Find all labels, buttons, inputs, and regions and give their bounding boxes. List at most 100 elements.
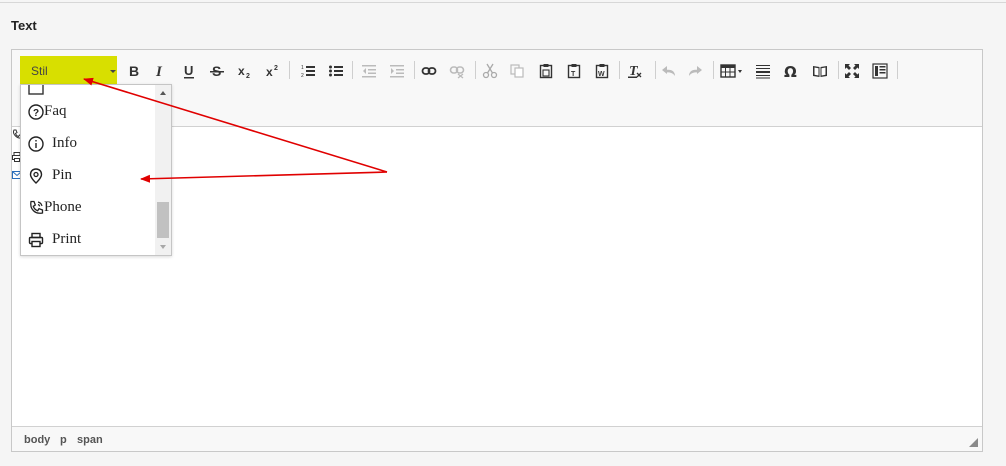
style-option-label: Pin bbox=[52, 167, 73, 183]
svg-text:Ω: Ω bbox=[784, 63, 797, 79]
show-blocks-button[interactable] bbox=[869, 60, 891, 82]
copy-button[interactable] bbox=[506, 60, 528, 82]
style-option-pin[interactable]: Pin bbox=[21, 160, 155, 192]
increase-indent-button[interactable] bbox=[386, 60, 408, 82]
phone-icon bbox=[28, 200, 44, 216]
numbered-list-button[interactable]: 12 bbox=[297, 60, 319, 82]
elements-path-span[interactable]: span bbox=[77, 434, 103, 446]
maximize-button[interactable] bbox=[841, 60, 863, 82]
special-character-button[interactable]: Ω bbox=[780, 60, 802, 82]
scroll-down-arrow-icon[interactable] bbox=[160, 245, 166, 249]
elements-path-body[interactable]: body bbox=[24, 434, 50, 446]
horizontal-rule-icon bbox=[756, 65, 770, 79]
remove-format-button[interactable]: T bbox=[624, 60, 646, 82]
superscript-button[interactable]: x2 bbox=[262, 60, 284, 82]
link-icon bbox=[421, 67, 437, 75]
table-icon bbox=[720, 64, 742, 78]
italic-icon: I bbox=[155, 64, 163, 79]
maximize-icon bbox=[845, 64, 859, 78]
style-option-faq[interactable]: ? Faq bbox=[21, 96, 155, 128]
question-circle-icon: ? bbox=[28, 104, 44, 120]
toolbar-separator bbox=[414, 61, 415, 79]
paste-button[interactable] bbox=[535, 60, 557, 82]
scissors-icon bbox=[482, 63, 498, 79]
link-button[interactable] bbox=[418, 60, 440, 82]
redo-button[interactable] bbox=[684, 60, 706, 82]
svg-text:T: T bbox=[571, 71, 576, 78]
remove-format-icon: T bbox=[628, 64, 642, 79]
printer-icon bbox=[28, 232, 44, 248]
horizontal-line-button[interactable] bbox=[752, 60, 774, 82]
svg-text:W: W bbox=[598, 71, 605, 78]
undo-button[interactable] bbox=[658, 60, 680, 82]
toolbar-separator bbox=[713, 61, 714, 79]
underline-icon: U bbox=[184, 63, 194, 79]
omega-icon: Ω bbox=[784, 63, 797, 79]
cut-button[interactable] bbox=[479, 60, 501, 82]
indent-icon bbox=[390, 65, 404, 78]
table-button[interactable] bbox=[717, 60, 747, 82]
svg-text:x: x bbox=[238, 64, 245, 78]
subscript-button[interactable]: x2 bbox=[234, 60, 256, 82]
style-option-label: Faq bbox=[44, 103, 67, 119]
scroll-up-arrow-icon[interactable] bbox=[160, 91, 166, 95]
clipboard-icon bbox=[539, 64, 553, 79]
style-option-print[interactable]: Print bbox=[21, 224, 155, 255]
scrollbar-thumb[interactable] bbox=[157, 202, 169, 238]
resize-handle[interactable] bbox=[969, 438, 978, 447]
svg-text:?: ? bbox=[33, 108, 39, 119]
bold-button[interactable]: B bbox=[123, 60, 145, 82]
style-option-info[interactable]: Info bbox=[21, 128, 155, 160]
style-dropdown: ? Faq Info Pin Phone Print bbox=[20, 84, 172, 256]
style-combo-label: Stil bbox=[31, 64, 48, 78]
subscript-icon: x2 bbox=[238, 64, 250, 79]
field-label: Text bbox=[11, 18, 37, 33]
dropdown-scrollbar[interactable] bbox=[155, 85, 171, 255]
style-option-phone[interactable]: Phone bbox=[21, 192, 155, 224]
anchor-button[interactable] bbox=[809, 60, 831, 82]
copy-icon bbox=[510, 64, 524, 78]
paste-text-icon: T bbox=[567, 64, 581, 79]
info-circle-icon bbox=[28, 136, 44, 152]
svg-text:1: 1 bbox=[301, 65, 304, 71]
style-option-label: Phone bbox=[44, 199, 82, 215]
undo-icon bbox=[662, 66, 675, 76]
svg-text:2: 2 bbox=[301, 73, 304, 79]
svg-text:x: x bbox=[266, 65, 273, 79]
superscript-icon: x2 bbox=[266, 65, 278, 79]
strikethrough-button[interactable]: S bbox=[206, 60, 228, 82]
svg-text:B: B bbox=[129, 63, 139, 79]
unlink-button[interactable] bbox=[446, 60, 468, 82]
toolbar-separator bbox=[619, 61, 620, 79]
decrease-indent-button[interactable] bbox=[358, 60, 380, 82]
bulleted-list-icon bbox=[329, 65, 343, 77]
outdent-icon bbox=[362, 65, 376, 78]
editor-statusbar: body p span bbox=[12, 426, 982, 451]
paste-word-button[interactable]: W bbox=[591, 60, 613, 82]
style-combo[interactable]: Stil bbox=[20, 56, 117, 86]
toolbar-separator bbox=[289, 61, 290, 79]
strikethrough-icon: S bbox=[210, 63, 224, 79]
book-icon bbox=[813, 66, 827, 77]
top-divider bbox=[0, 2, 1006, 3]
map-pin-icon bbox=[28, 168, 44, 184]
show-blocks-icon bbox=[872, 63, 888, 79]
italic-button[interactable]: I bbox=[149, 60, 171, 82]
toolbar-separator bbox=[352, 61, 353, 79]
svg-text:2: 2 bbox=[274, 65, 278, 72]
bold-icon: B bbox=[129, 63, 139, 79]
underline-button[interactable]: U bbox=[178, 60, 200, 82]
style-option-label: Info bbox=[52, 135, 77, 151]
bulleted-list-button[interactable] bbox=[325, 60, 347, 82]
redo-icon bbox=[689, 66, 702, 76]
svg-text:U: U bbox=[184, 63, 193, 78]
svg-text:2: 2 bbox=[246, 73, 250, 79]
elements-path-p[interactable]: p bbox=[60, 434, 67, 446]
toolbar-separator bbox=[897, 61, 898, 79]
numbered-list-icon: 12 bbox=[301, 65, 315, 79]
toolbar-separator bbox=[655, 61, 656, 79]
chevron-down-icon bbox=[110, 70, 116, 73]
paste-text-button[interactable]: T bbox=[563, 60, 585, 82]
unlink-icon bbox=[449, 66, 465, 79]
paste-word-icon: W bbox=[595, 64, 609, 79]
